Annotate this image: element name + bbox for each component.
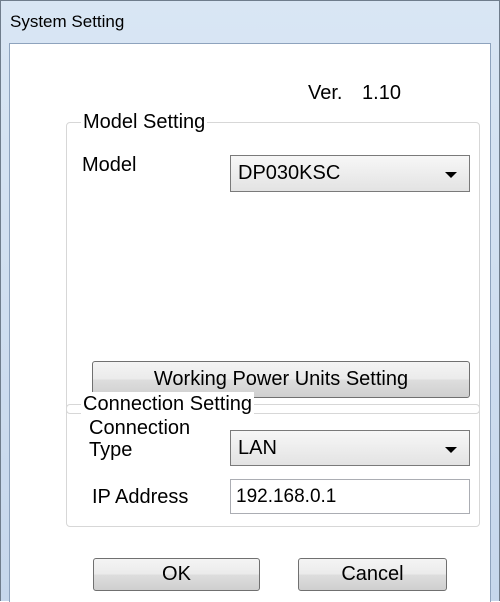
ok-button[interactable]: OK <box>93 558 260 591</box>
version-value: 1.10 <box>362 82 401 104</box>
window-title: System Setting <box>10 12 125 31</box>
system-setting-window: System Setting Ver. 1.10 Model Setting M… <box>0 0 500 602</box>
model-setting-group: Model Setting Model DP030KSC Working Pow… <box>66 110 480 414</box>
version-label: Ver. <box>308 82 343 104</box>
ip-address-label: IP Address <box>92 486 189 508</box>
model-label: Model <box>82 154 137 176</box>
model-select[interactable]: DP030KSC <box>230 155 470 192</box>
cancel-button[interactable]: Cancel <box>298 558 447 591</box>
model-select-value: DP030KSC <box>238 162 341 184</box>
model-setting-legend: Model Setting <box>81 110 208 134</box>
ip-address-input[interactable] <box>230 479 470 514</box>
version-text: Ver. 1.10 <box>308 82 401 105</box>
connection-type-label-line2: Type <box>89 439 133 461</box>
connection-type-select-value: LAN <box>238 437 277 459</box>
connection-type-select[interactable]: LAN <box>230 430 470 466</box>
connection-type-label: Connection Type <box>89 417 190 461</box>
dialog-body: Ver. 1.10 Model Setting Model DP030KSC W… <box>9 43 491 602</box>
connection-setting-legend: Connection Setting <box>81 392 255 416</box>
connection-type-label-line1: Connection <box>89 417 191 439</box>
chevron-down-icon <box>445 172 457 178</box>
chevron-down-icon <box>445 447 457 453</box>
connection-setting-group: Connection Setting Connection Type LAN I… <box>66 392 480 527</box>
